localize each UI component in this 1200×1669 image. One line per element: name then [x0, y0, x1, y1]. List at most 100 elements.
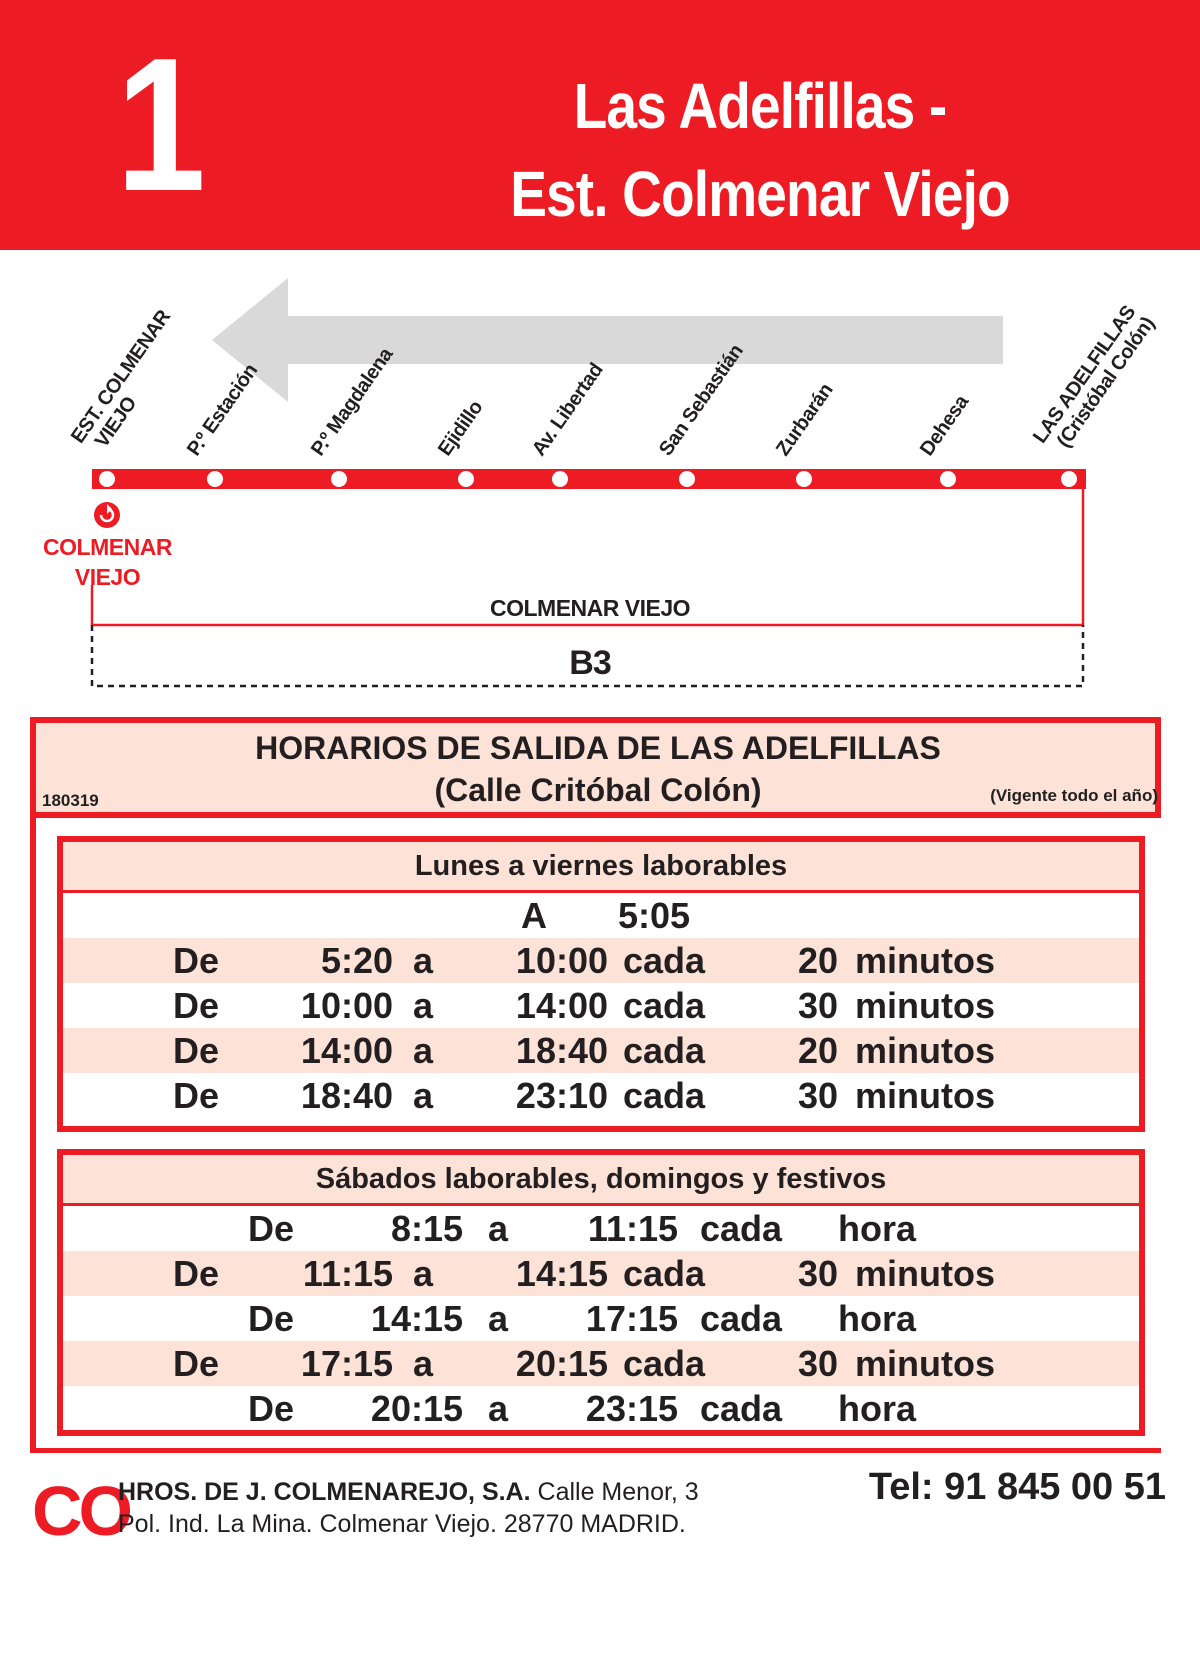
row-from: 11:15: [302, 1253, 393, 1294]
row-freq: 20: [797, 940, 838, 981]
zone-label: COLMENAR VIEJO: [489, 595, 691, 621]
schedule-row: De 14:15 a 17:15 cada hora: [63, 1296, 1139, 1341]
row-to: 14:15: [515, 1253, 608, 1294]
row-to: 20:15: [515, 1343, 608, 1384]
phone-number: Tel: 91 845 00 51: [868, 1466, 1166, 1508]
row-de: De: [173, 1343, 220, 1384]
row-freq: 30: [797, 1253, 838, 1294]
stop-marker: [679, 471, 695, 487]
row-a: a: [413, 940, 434, 981]
route-number: 1: [116, 19, 206, 231]
first-departure-prefix: A: [521, 895, 547, 936]
company-logo: CO: [32, 1472, 133, 1550]
row-from: 14:00: [300, 1030, 393, 1071]
row-de: De: [173, 940, 220, 981]
row-a: a: [413, 1030, 434, 1071]
first-departure-time: 5:05: [618, 895, 691, 936]
schedule-row: De 18:40 a 23:10 cada 30 minutos: [63, 1073, 1139, 1118]
stop-marker: [458, 471, 474, 487]
route-title: Las Adelfillas - Est. Colmenar Viejo: [380, 62, 1140, 238]
row-unit: minutos: [855, 985, 995, 1026]
schedule-row: De 5:20 a 10:00 cada 20 minutos: [63, 938, 1139, 983]
row-de: De: [173, 1030, 220, 1071]
row-to: 10:00: [515, 940, 608, 981]
schedule-row: De 8:15 a 11:15 cada hora: [63, 1206, 1139, 1251]
company-address-line2: Pol. Ind. La Mina. Colmenar Viejo. 28770…: [118, 1510, 686, 1538]
row-a: a: [413, 1343, 434, 1384]
row-cada: cada: [623, 940, 706, 981]
schedule-code: 180319: [42, 791, 99, 810]
weekend-schedule: Sábados laborables, domingos y festivos …: [57, 1149, 1145, 1436]
interchange-label-line2: VIEJO: [74, 564, 141, 590]
interchange-label: COLMENAR VIEJO: [40, 532, 175, 592]
stop-marker: [1061, 471, 1077, 487]
row-freq: 20: [797, 1030, 838, 1071]
weekend-heading: Sábados laborables, domingos y festivos: [63, 1155, 1139, 1206]
row-unit: minutos: [855, 1075, 995, 1116]
stop-marker: [796, 471, 812, 487]
row-cada: cada: [700, 1298, 783, 1339]
schedule-row: De 17:15 a 20:15 cada 30 minutos: [63, 1341, 1139, 1386]
row-from: 18:40: [300, 1075, 393, 1116]
weekday-heading: Lunes a viernes laborables: [63, 842, 1139, 893]
row-to: 11:15: [587, 1208, 678, 1249]
row-cada: cada: [623, 1253, 706, 1294]
row-cada: cada: [623, 1030, 706, 1071]
company-address-line1: Calle Menor, 3: [537, 1478, 699, 1506]
row-a: a: [488, 1208, 509, 1249]
row-from: 20:15: [370, 1388, 463, 1429]
row-to: 18:40: [515, 1030, 608, 1071]
row-freq: 30: [797, 1075, 838, 1116]
row-a: a: [488, 1298, 509, 1339]
fare-zone-code: B3: [569, 644, 611, 682]
row-a: a: [488, 1388, 509, 1429]
row-cada: cada: [623, 1343, 706, 1384]
row-from: 14:15: [370, 1298, 463, 1339]
row-cada: cada: [700, 1388, 783, 1429]
schedule-row: De 10:00 a 14:00 cada 30 minutos: [63, 983, 1139, 1028]
route-title-line1: Las Adelfillas -: [573, 70, 948, 142]
row-from: 5:20: [320, 940, 393, 981]
row-cada: cada: [700, 1208, 783, 1249]
schedule-title-line1: HORARIOS DE SALIDA DE LAS ADELFILLAS: [255, 730, 941, 766]
row-unit: hora: [838, 1208, 917, 1249]
schedule-row: De 11:15 a 14:15 cada 30 minutos: [63, 1251, 1139, 1296]
schedule-row: De 14:00 a 18:40 cada 20 minutos: [63, 1028, 1139, 1073]
company-info: HROS. DE J. COLMENAREJO, S.A. Calle Meno…: [118, 1476, 699, 1540]
row-de: De: [248, 1208, 295, 1249]
row-a: a: [413, 1075, 434, 1116]
row-from: 10:00: [300, 985, 393, 1026]
row-de: De: [173, 1253, 220, 1294]
row-unit: minutos: [855, 1253, 995, 1294]
schedule-row: De 20:15 a 23:15 cada hora: [63, 1386, 1139, 1431]
row-from: 17:15: [300, 1343, 393, 1384]
row-unit: minutos: [855, 1030, 995, 1071]
row-from: 8:15: [390, 1208, 463, 1249]
row-unit: minutos: [855, 1343, 995, 1384]
row-to: 14:00: [515, 985, 608, 1026]
row-to: 23:10: [515, 1075, 608, 1116]
row-de: De: [173, 985, 220, 1026]
route-title-line2: Est. Colmenar Viejo: [510, 158, 1010, 230]
weekday-schedule: Lunes a viernes laborables A 5:05 De 5:20…: [57, 836, 1145, 1132]
validity-note: (Vigente todo el año): [990, 786, 1158, 805]
stop-marker: [207, 471, 223, 487]
row-a: a: [413, 985, 434, 1026]
row-unit: minutos: [855, 940, 995, 981]
row-cada: cada: [623, 1075, 706, 1116]
stop-marker: [99, 471, 115, 487]
route-line: [92, 469, 1086, 489]
row-freq: 30: [797, 985, 838, 1026]
row-de: De: [173, 1075, 220, 1116]
row-de: De: [248, 1298, 295, 1339]
company-name: HROS. DE J. COLMENAREJO, S.A.: [118, 1478, 531, 1506]
row-a: a: [413, 1253, 434, 1294]
row-de: De: [248, 1388, 295, 1429]
stop-marker: [940, 471, 956, 487]
route-diagram: [90, 278, 1086, 688]
stop-marker: [552, 471, 568, 487]
stop-marker: [331, 471, 347, 487]
direction-arrow-icon: [212, 278, 1003, 402]
interchange-label-line1: COLMENAR: [43, 534, 172, 560]
row-unit: hora: [838, 1298, 917, 1339]
